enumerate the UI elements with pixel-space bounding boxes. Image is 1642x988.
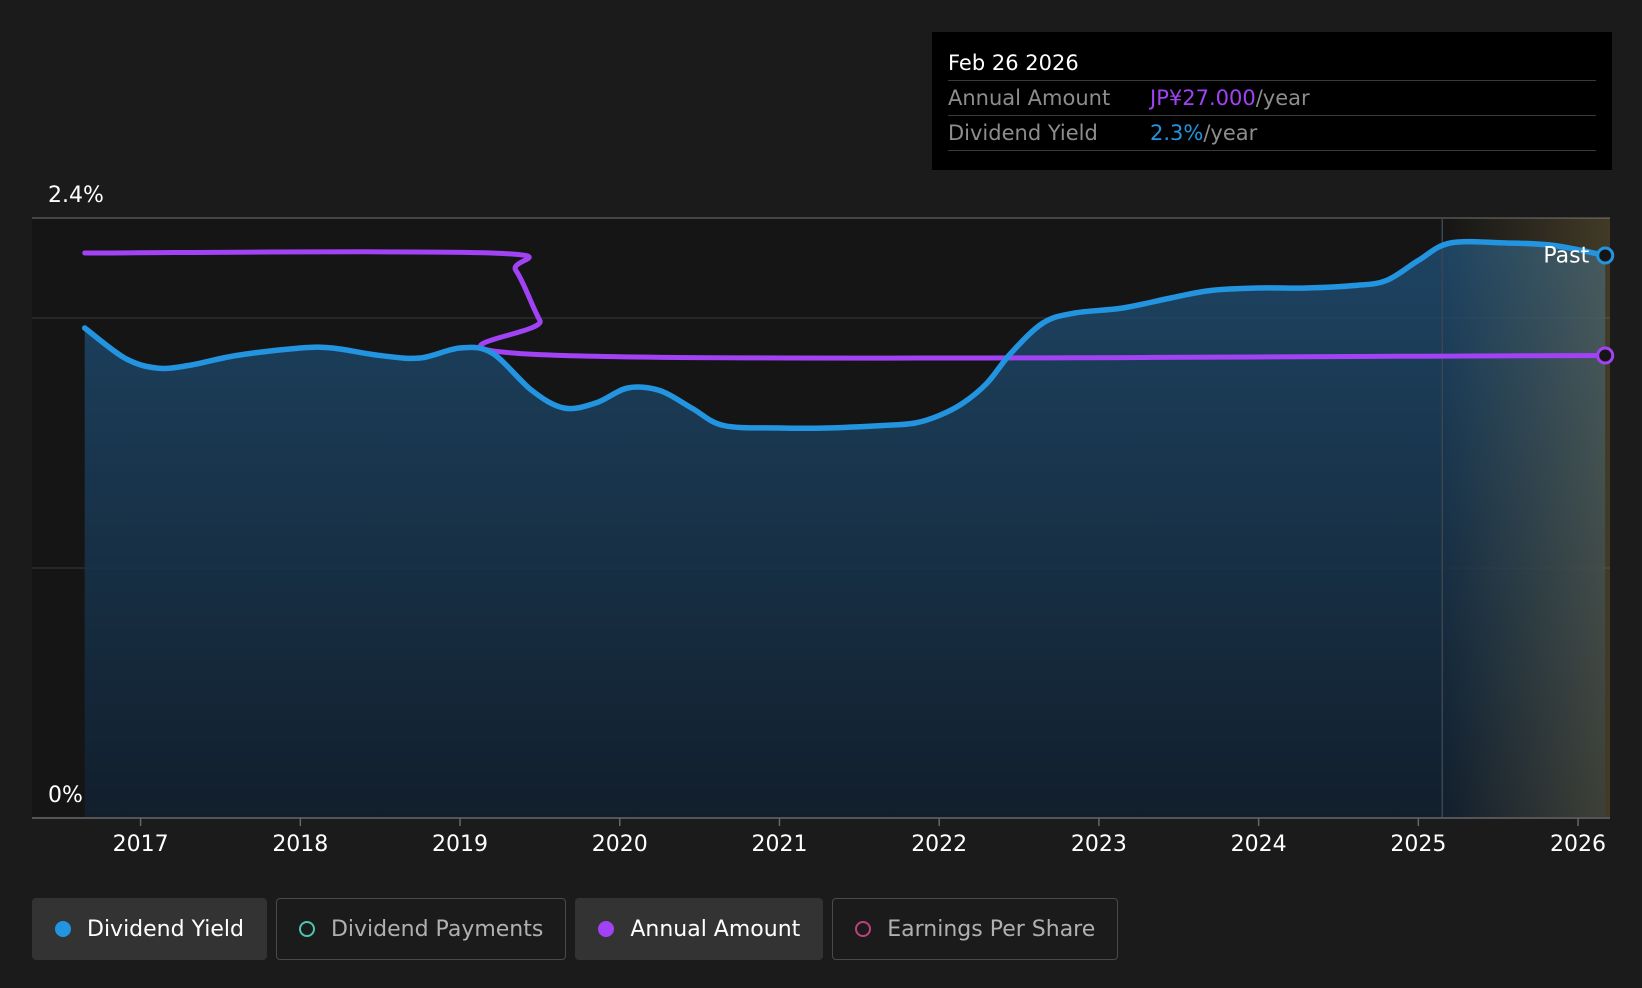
legend: Dividend Yield Dividend Payments Annual … xyxy=(32,898,1119,960)
tooltip-unit: /year xyxy=(1203,121,1258,145)
tooltip-row-dividend-yield: Dividend Yield 2.3% /year xyxy=(948,116,1596,151)
legend-label: Dividend Yield xyxy=(87,916,244,942)
legend-label: Earnings Per Share xyxy=(887,916,1096,942)
x-tick-label: 2021 xyxy=(751,832,807,857)
tooltip-value: 2.3% xyxy=(1150,121,1204,145)
tooltip-row-annual-amount: Annual Amount JP¥27.000 /year xyxy=(948,81,1596,116)
tooltip-date: Feb 26 2026 xyxy=(948,46,1596,81)
y-tick-label: 0% xyxy=(48,783,83,808)
dividend-yield-dot-icon xyxy=(55,921,71,937)
x-tick-label: 2024 xyxy=(1231,832,1287,857)
legend-dividend-yield[interactable]: Dividend Yield xyxy=(32,898,267,960)
x-tick-label: 2023 xyxy=(1071,832,1127,857)
tooltip: Feb 26 2026 Annual Amount JP¥27.000 /yea… xyxy=(932,32,1612,170)
x-tick-label: 2022 xyxy=(911,832,967,857)
tooltip-unit: /year xyxy=(1255,86,1310,110)
y-tick-label: 2.4% xyxy=(48,183,104,208)
tooltip-label: Annual Amount xyxy=(948,86,1111,110)
dividend-yield-end-marker xyxy=(1596,246,1615,265)
annual-amount-dot-icon xyxy=(598,921,615,937)
x-tick-label: 2025 xyxy=(1390,832,1446,857)
legend-label: Dividend Payments xyxy=(330,916,544,942)
x-tick-label: 2020 xyxy=(592,832,648,857)
tooltip-value: JP¥27.000 xyxy=(1150,86,1256,110)
past-label: Past xyxy=(1543,244,1589,269)
legend-annual-amount[interactable]: Annual Amount xyxy=(575,898,824,960)
forecast-region xyxy=(1442,218,1610,818)
x-tick-label: 2017 xyxy=(113,832,169,857)
tooltip-label: Dividend Yield xyxy=(948,121,1098,145)
x-tick-label: 2026 xyxy=(1550,832,1606,857)
dividend-payments-ring-icon xyxy=(298,921,315,937)
legend-earnings-per-share[interactable]: Earnings Per Share xyxy=(832,898,1119,960)
earnings-per-share-ring-icon xyxy=(855,921,872,937)
legend-label: Annual Amount xyxy=(630,916,801,942)
x-tick-label: 2018 xyxy=(272,832,328,857)
annual-amount-end-marker xyxy=(1596,346,1615,365)
x-tick-label: 2019 xyxy=(432,832,488,857)
legend-dividend-payments[interactable]: Dividend Payments xyxy=(275,898,567,960)
